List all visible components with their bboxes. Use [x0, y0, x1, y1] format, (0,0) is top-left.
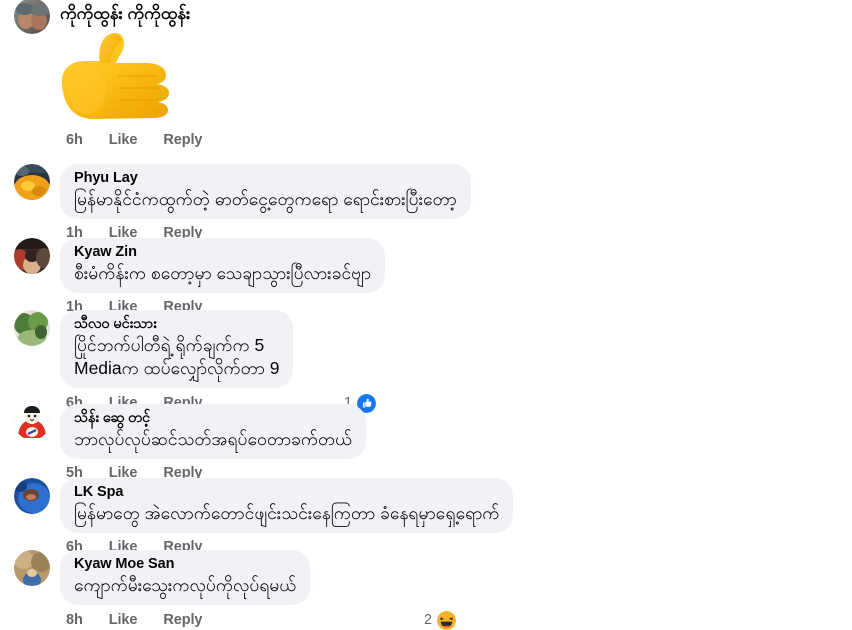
reply-button[interactable]: Reply [163, 132, 202, 148]
comment-body: သိန်း ဆွေ တင့် ဘာလုပ်လုပ်ဆင်သတ်အရပ်ဝေတာခ… [60, 404, 367, 481]
comment-text: စီးမံကိန်းက စတော့မှာ သေချာသွားပြီလားခင်ဗ… [74, 262, 372, 283]
comment-text: မြန်မာတွေ အဲလောက်တောင်ဖျင်းသင်းနေကြတာ ခံ… [74, 502, 500, 523]
avatar-photo-icon [14, 404, 50, 440]
haha-reaction-icon [437, 610, 456, 630]
comment-item: ကိုကိုထွန်း ကိုကိုထွန်း 6h Like Reply [14, 0, 202, 148]
avatar-photo-icon [14, 550, 50, 586]
comment-bubble: သိန်း ဆွေ တင့် ဘာလုပ်လုပ်ဆင်သတ်အရပ်ဝေတာခ… [60, 404, 367, 459]
avatar[interactable] [14, 404, 50, 440]
avatar[interactable] [14, 238, 50, 274]
reaction-summary[interactable]: 2 [424, 610, 456, 630]
comment-timestamp: 6h [66, 132, 83, 149]
avatar-photo-icon [14, 0, 50, 34]
comment-item: သီလဝ မင်းသား ပြိုင်ဘက်ပါတီရဲ့ ရိုက်ချက်က… [14, 310, 376, 413]
avatar[interactable] [14, 0, 50, 34]
comment-text: မြန်မာနိုင်ငံကထွက်တဲ့ ဓာတ်ငွေ့တွေကရော ရေ… [74, 188, 457, 209]
comment-text: ဘာလုပ်လုပ်ဆင်သတ်အရပ်ဝေတာခက်တယ် [74, 428, 353, 449]
comment-body: ကိုကိုထွန်း ကိုကိုထွန်း 6h Like Reply [60, 0, 202, 148]
comment-bubble: Kyaw Zin စီးမံကိန်းက စတော့မှာ သေချာသွားပ… [60, 238, 386, 293]
avatar-photo-icon [14, 310, 50, 346]
comment-item: Phyu Lay မြန်မာနိုင်ငံကထွက်တဲ့ ဓာတ်ငွေ့တ… [14, 164, 471, 241]
avatar-photo-icon [14, 478, 50, 514]
avatar[interactable] [14, 478, 50, 514]
comment-item: သိန်း ဆွေ တင့် ဘာလုပ်လုပ်ဆင်သတ်အရပ်ဝေတာခ… [14, 404, 367, 481]
comment-body: Phyu Lay မြန်မာနိုင်ငံကထွက်တဲ့ ဓာတ်ငွေ့တ… [60, 164, 471, 241]
comment-attachment-thumbs-up-icon [54, 30, 186, 122]
comment-body: သီလဝ မင်းသား ပြိုင်ဘက်ပါတီရဲ့ ရိုက်ချက်က… [60, 310, 376, 413]
like-button[interactable]: Like [109, 132, 138, 148]
avatar-photo-icon [14, 164, 50, 200]
comment-item: Kyaw Moe San ကျောက်မီးသွေးကလုပ်ကိုလုပ်ရမ… [14, 550, 456, 630]
like-button[interactable]: Like [109, 612, 138, 628]
comment-author[interactable]: သီလဝ မင်းသား [74, 316, 279, 334]
comment-author[interactable]: Phyu Lay [74, 170, 457, 188]
reaction-count: 2 [424, 612, 432, 629]
comment-actions: 6h Like Reply [60, 132, 202, 148]
avatar[interactable] [14, 164, 50, 200]
comment-item: Kyaw Zin စီးမံကိန်းက စတော့မှာ သေချာသွားပ… [14, 238, 386, 315]
comment-bubble: LK Spa မြန်မာတွေ အဲလောက်တောင်ဖျင်းသင်းနေ… [60, 478, 514, 533]
comment-timestamp: 8h [66, 612, 83, 629]
comment-actions: 8h Like Reply 2 [60, 610, 456, 630]
comment-bubble: Phyu Lay မြန်မာနိုင်ငံကထွက်တဲ့ ဓာတ်ငွေ့တ… [60, 164, 471, 219]
avatar-photo-icon [14, 238, 50, 274]
avatar[interactable] [14, 550, 50, 586]
avatar[interactable] [14, 310, 50, 346]
comment-thread: ကိုကိုထွန်း ကိုကိုထွန်း 6h Like Reply Ph… [0, 0, 852, 630]
comment-author[interactable]: LK Spa [74, 484, 499, 502]
comment-author[interactable]: Kyaw Zin [74, 244, 371, 262]
comment-author[interactable]: Kyaw Moe San [74, 556, 296, 574]
comment-text: ကျောက်မီးသွေးကလုပ်ကိုလုပ်ရမယ် [74, 574, 297, 595]
comment-bubble: သီလဝ မင်းသား ပြိုင်ဘက်ပါတီရဲ့ ရိုက်ချက်က… [60, 310, 294, 388]
comment-author[interactable]: သိန်း ဆွေ တင့် [74, 410, 352, 428]
comment-body: Kyaw Moe San ကျောက်မီးသွေးကလုပ်ကိုလုပ်ရမ… [60, 550, 456, 630]
reply-button[interactable]: Reply [163, 612, 202, 628]
comment-author[interactable]: ကိုကိုထွန်း ကိုကိုထွန်း [60, 0, 190, 24]
comment-bubble: Kyaw Moe San ကျောက်မီးသွေးကလုပ်ကိုလုပ်ရမ… [60, 550, 311, 605]
comment-body: LK Spa မြန်မာတွေ အဲလောက်တောင်ဖျင်းသင်းနေ… [60, 478, 514, 555]
comment-body: Kyaw Zin စီးမံကိန်းက စတော့မှာ သေချာသွားပ… [60, 238, 386, 315]
thumbs-up-icon [61, 33, 170, 120]
comment-item: LK Spa မြန်မာတွေ အဲလောက်တောင်ဖျင်းသင်းနေ… [14, 478, 514, 555]
comment-text: ပြိုင်ဘက်ပါတီရဲ့ ရိုက်ချက်က 5 Mediaက ထပ်… [74, 334, 280, 378]
